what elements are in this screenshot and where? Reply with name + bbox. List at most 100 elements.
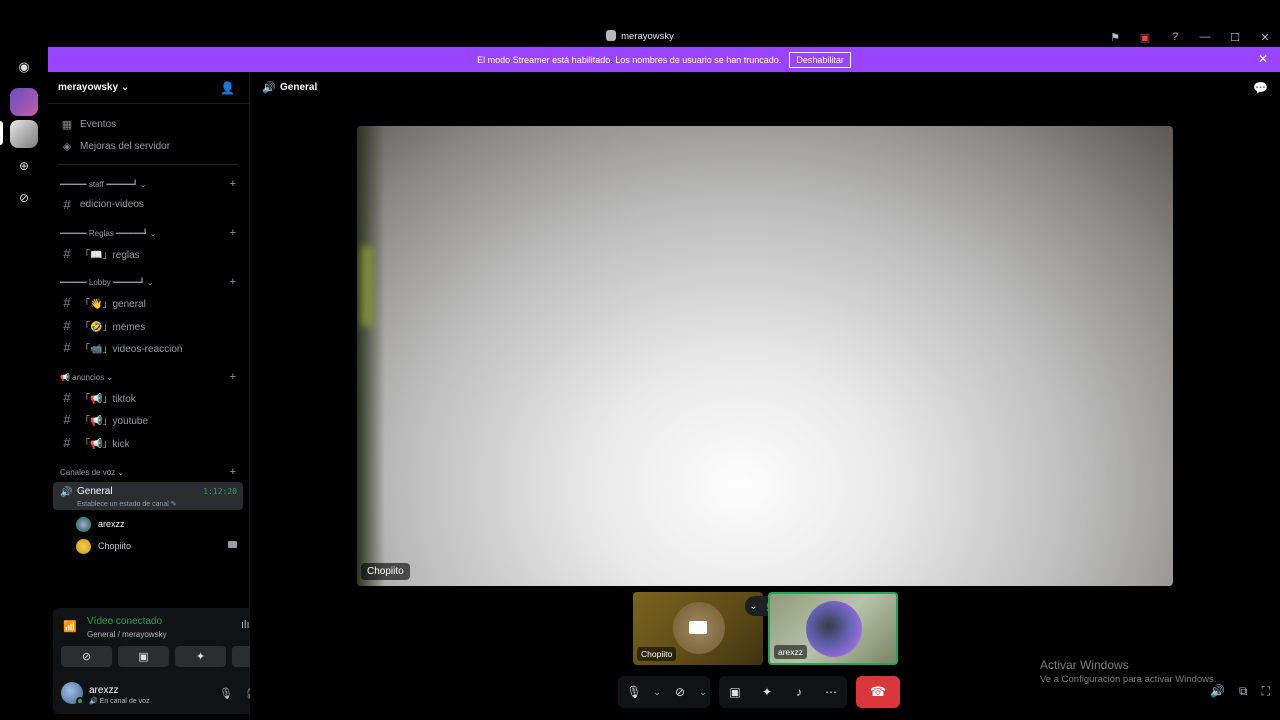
create-channel-icon[interactable]: + — [230, 227, 236, 239]
voice-channel-general[interactable]: 🔊 General 1:12:20 Establece un estado de… — [53, 482, 243, 510]
voice-stage-area: 🔊 General 💬 Chopiito Chopiito ⌄👥 arexzz … — [250, 72, 1280, 720]
watermark-subtitle: Ve a Configuración para activar Windows. — [1040, 674, 1217, 685]
activities-button[interactable]: ✦ — [175, 646, 226, 667]
discover-icon[interactable]: ⊘ — [10, 184, 38, 212]
close-window-icon[interactable]: ✕ — [1250, 28, 1280, 46]
video-edge-shadow — [357, 126, 385, 586]
category-reglas[interactable]: ━━━━━╸Reglas╺━━━━━┛ ⌄ + — [60, 227, 240, 239]
channel-label: 「📖」reglas — [80, 249, 140, 261]
share-screen-button[interactable]: ▣ — [719, 676, 751, 708]
create-channel-icon[interactable]: + — [230, 178, 236, 190]
fullscreen-icon[interactable]: ⛶ — [1262, 684, 1270, 699]
minimize-icon[interactable]: — — [1190, 28, 1220, 46]
screen-share-status-icon[interactable]: ▣ — [1130, 28, 1160, 46]
soundboard-button[interactable]: ♪ — [783, 676, 815, 708]
channel-tiktok[interactable]: # 「📢」tiktok — [56, 387, 244, 407]
microphone-button[interactable]: 🎙 — [618, 676, 650, 708]
category-label: ━━━━━╸staff╺━━━━━┛ ⌄ — [60, 180, 147, 189]
channel-reglas[interactable]: # 「📖」reglas — [56, 243, 244, 263]
server-name: merayowsky ⌄ — [58, 82, 130, 93]
voice-user-arexzz[interactable]: arexzz — [76, 515, 125, 533]
participant-tile-arexzz[interactable]: arexzz — [768, 592, 898, 665]
channel-general[interactable]: # 「👋」general — [56, 292, 244, 312]
voice-location[interactable]: General / merayowsky — [87, 630, 167, 639]
channel-youtube[interactable]: # 「📢」youtube — [56, 409, 244, 429]
signal-icon[interactable]: 📶 — [63, 620, 77, 633]
inbox-flag-icon[interactable]: ⚑ — [1100, 28, 1130, 46]
window-title: merayowsky — [0, 30, 1280, 42]
chat-bubble-icon[interactable]: 💬 — [1253, 81, 1268, 95]
activities-button[interactable]: ✦ — [751, 676, 783, 708]
voice-channel-status[interactable]: Establece un estado de canal ✎ — [77, 500, 177, 508]
video-color-blob — [361, 246, 373, 326]
help-icon[interactable]: ? — [1160, 28, 1190, 46]
category-anuncios[interactable]: 📢 anuncios ⌄ + — [60, 371, 240, 383]
window-title-text: merayowsky — [621, 31, 674, 42]
microphone-icon[interactable]: 🎙 — [219, 687, 233, 700]
volume-icon[interactable]: 🔊 — [1210, 684, 1225, 699]
server-icon-1[interactable] — [10, 88, 38, 116]
discord-home-icon[interactable]: ◉ — [10, 53, 38, 81]
calendar-icon: ▦ — [61, 118, 73, 131]
voice-user-chopiito[interactable]: Chopiito — [76, 537, 237, 555]
boost-icon: ◈ — [62, 140, 72, 153]
participant-name-tag: Chopiito — [637, 647, 677, 661]
voice-user-name: Chopiito — [98, 541, 132, 551]
windows-activation-watermark: Activar Windows Ve a Configuración para … — [1040, 658, 1216, 685]
channel-kick[interactable]: # 「📢」kick — [56, 432, 244, 452]
toggle-camera-button[interactable]: ⊘ — [61, 646, 112, 667]
create-channel-icon[interactable]: + — [230, 466, 236, 478]
channel-label: 「🤣」memes — [80, 321, 146, 333]
chevron-down-icon[interactable]: ⌄ — [749, 601, 757, 612]
add-server-icon[interactable]: ⊕ — [10, 152, 38, 180]
category-label: ━━━━━╸Reglas╺━━━━━┛ ⌄ — [60, 229, 157, 238]
avatar — [76, 538, 91, 554]
sidebar-item-boosts[interactable]: ◈ Mejoras del servidor — [56, 136, 244, 156]
chevron-down-icon[interactable]: ⌄ — [696, 687, 710, 698]
server-header[interactable]: merayowsky ⌄ 👤 — [48, 72, 249, 104]
sidebar-divider — [58, 164, 238, 165]
channel-edicion-videos[interactable]: # edicion-videos — [56, 194, 244, 214]
category-label: 📢 anuncios ⌄ — [60, 373, 114, 382]
popout-icon[interactable]: ⧉ — [1239, 684, 1248, 699]
streamer-mode-banner: El modo Streamer está habilitado. Los no… — [48, 47, 1280, 72]
participant-name-tag: arexzz — [774, 645, 808, 659]
create-channel-icon[interactable]: + — [230, 371, 236, 383]
participant-tile-chopiito[interactable]: Chopiito — [633, 592, 763, 665]
channel-sidebar: merayowsky ⌄ 👤 ▦ Eventos ◈ Mejoras del ser… — [48, 72, 293, 720]
events-label: Eventos — [80, 118, 117, 130]
channel-label: 「📹」videos-reaccion — [80, 343, 183, 355]
server-icon-merayowsky[interactable] — [10, 120, 38, 148]
create-channel-icon[interactable]: + — [230, 276, 236, 288]
channel-label: 「📢」kick — [80, 438, 130, 450]
hash-icon: # — [63, 196, 71, 212]
chevron-down-icon[interactable]: ⌄ — [650, 687, 664, 698]
disable-streamer-button[interactable]: Deshabilitar — [789, 51, 851, 68]
category-voice[interactable]: Canales de voz ⌄ + — [60, 466, 240, 478]
watermark-title: Activar Windows — [1040, 658, 1129, 672]
focused-video-stream[interactable]: Chopiito — [357, 126, 1173, 586]
share-screen-button[interactable]: ▣ — [118, 646, 169, 667]
hash-icon: # — [63, 294, 71, 310]
voice-status: Vídeo conectado — [87, 616, 163, 627]
close-banner-icon[interactable]: ✕ — [1258, 52, 1268, 66]
voice-channel-name: General — [77, 486, 113, 497]
camera-off-button[interactable]: ⊘ — [664, 676, 696, 708]
mic-camera-controls: 🎙 ⌄ ⊘ ⌄ — [618, 676, 710, 708]
category-staff[interactable]: ━━━━━╸staff╺━━━━━┛ ⌄ + — [60, 178, 240, 190]
category-lobby[interactable]: ━━━━━╸Lobby╺━━━━━┛ ⌄ + — [60, 276, 240, 288]
channel-videos-reaccion[interactable]: # 「📹」videos-reaccion — [56, 337, 244, 357]
stream-name-tag: Chopiito — [361, 563, 410, 580]
invite-people-icon[interactable]: 👤 — [220, 81, 235, 95]
hash-icon: # — [63, 389, 71, 405]
channel-label: 「📢」tiktok — [80, 393, 136, 405]
channel-memes[interactable]: # 「🤣」memes — [56, 315, 244, 335]
channel-title: General — [280, 82, 318, 93]
maximize-icon[interactable]: ☐ — [1220, 28, 1250, 46]
disconnect-button[interactable]: ☎ — [856, 676, 900, 708]
sidebar-item-events[interactable]: ▦ Eventos — [56, 114, 244, 134]
more-options-icon[interactable]: ⋯ — [815, 676, 847, 708]
voice-channel-timer: 1:12:20 — [203, 487, 237, 496]
channel-label: 「📢」youtube — [80, 415, 149, 427]
server-rail: ◉ ⊕ ⊘ — [0, 47, 48, 720]
